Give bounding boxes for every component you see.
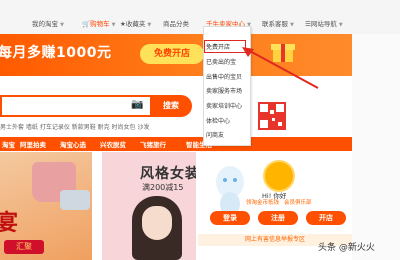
login-button[interactable]: 登录 xyxy=(210,211,250,225)
model-face xyxy=(142,206,172,240)
dropdown-item-sold[interactable]: 已卖出的宝 xyxy=(206,57,236,66)
right-sidebar xyxy=(352,34,400,260)
poster-left-tag: 汇聚 xyxy=(4,240,44,254)
category-nav-item[interactable]: 飞猪旅行 xyxy=(140,139,166,149)
club-badge[interactable]: 会员俱乐部 xyxy=(284,198,312,206)
poster-mid-title: 风格女装 xyxy=(140,166,200,182)
category-nav xyxy=(0,137,352,151)
nav-categories[interactable]: 商品分类 xyxy=(163,18,189,28)
category-nav-item[interactable]: 阿里拍卖 xyxy=(20,139,46,149)
chevron-down-icon: ▼ xyxy=(338,22,343,28)
poster-mid-subtitle: 满200减15 xyxy=(142,183,184,192)
free-open-shop-button[interactable]: 免费开店 xyxy=(140,44,204,64)
cart-icon: 🛒 xyxy=(82,20,91,28)
category-nav-item[interactable]: 淘宝 xyxy=(2,139,15,149)
promo-banner-text: 每月多赚1000元 xyxy=(0,45,112,61)
nav-my-taobao[interactable]: 我的淘宝 ▼ xyxy=(32,18,64,28)
camera-icon[interactable]: 📷 xyxy=(131,99,143,110)
open-shop-button[interactable]: 开店 xyxy=(306,211,346,225)
dropdown-item-on-sale[interactable]: 出售中的宝贝 xyxy=(206,72,242,81)
dropdown-item-service-market[interactable]: 卖家服务市场 xyxy=(206,86,242,95)
dropdown-item-ask-friends[interactable]: 问商友 xyxy=(206,130,224,139)
chevron-down-icon: ▼ xyxy=(290,22,294,28)
nav-cart[interactable]: 🛒购物车 ▼ xyxy=(82,18,116,28)
nav-customer-service[interactable]: 联系客服 ▼ xyxy=(262,18,294,28)
hot-search-words[interactable]: 男士外套 墙纸 打车记录仪 新款男鞋 耐克 时尚女包 沙发 xyxy=(0,122,149,131)
category-nav-item[interactable]: 兴农脱贫 xyxy=(100,139,126,149)
watermark: 头条 @新火火 xyxy=(318,243,375,253)
top-nav: 我的淘宝 ▼ 🛒购物车 ▼ ★收藏夹 ▼ 商品分类 千牛卖家中心 ▼ 联系客服 … xyxy=(0,0,400,35)
qr-code xyxy=(256,96,288,132)
dropdown-item-checkup-center[interactable]: 体检中心 xyxy=(206,116,230,125)
dropdown-item-free-open-shop[interactable]: 免费开店 xyxy=(206,42,230,51)
chevron-down-icon: ▼ xyxy=(111,22,116,28)
chevron-down-icon: ▼ xyxy=(60,22,64,28)
poster-left-title: 宴 xyxy=(0,211,19,236)
product-image xyxy=(60,190,90,210)
category-nav-item[interactable]: 淘宝心选 xyxy=(60,139,86,149)
dropdown-item-training-center[interactable]: 卖家培训中心 xyxy=(206,101,242,110)
coin-badge[interactable]: 领淘金币抵钱 xyxy=(246,198,279,206)
avatar[interactable] xyxy=(263,160,295,192)
annotation-arrow xyxy=(242,47,319,89)
search-button[interactable]: 搜索 xyxy=(150,95,192,117)
register-button[interactable]: 注册 xyxy=(258,211,298,225)
chevron-down-icon: ▼ xyxy=(147,22,152,28)
nav-site-map[interactable]: ☰网站导航 ▼ xyxy=(305,18,343,28)
nav-favorites[interactable]: ★收藏夹 ▼ xyxy=(120,18,151,28)
search-input[interactable] xyxy=(0,95,150,117)
